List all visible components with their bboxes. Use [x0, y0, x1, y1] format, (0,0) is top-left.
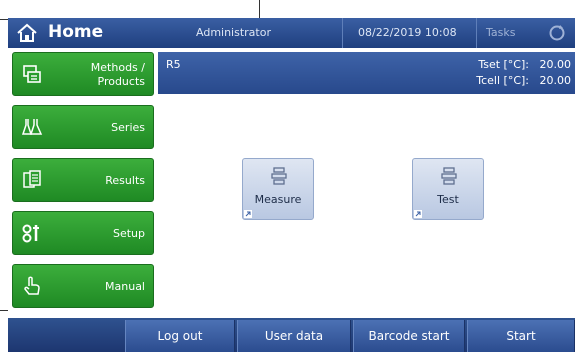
user-name: Administrator [196, 26, 271, 39]
tcell-label: Tcell [°C]: [476, 74, 529, 87]
sidebar-item-series[interactable]: Series [12, 105, 154, 149]
method-icon [271, 167, 287, 185]
refresh-icon[interactable] [548, 24, 566, 42]
measure-tile[interactable]: Measure [242, 158, 314, 220]
tcell-value: 20.00 [539, 74, 572, 87]
flasks-icon [21, 119, 43, 135]
sidebar-item-label: Results [105, 174, 145, 187]
barcode-start-button[interactable]: Barcode start [353, 320, 465, 352]
test-tile[interactable]: Test [412, 158, 484, 220]
divider [342, 18, 343, 48]
instrument-screen: Home Administrator 08/22/2019 10:08 Task… [8, 18, 575, 352]
results-icon [23, 170, 41, 188]
title-bar: Home Administrator 08/22/2019 10:08 Task… [8, 18, 575, 48]
home-icon[interactable] [16, 23, 38, 43]
sidebar-item-methods-products[interactable]: Methods / Products [12, 52, 154, 96]
label-line-2: Products [97, 75, 146, 88]
logout-button[interactable]: Log out [125, 320, 235, 352]
sidebar-item-setup[interactable]: Setup [12, 211, 154, 255]
label-line-1: Methods / [90, 61, 145, 74]
tasks-button[interactable]: Tasks [486, 26, 515, 39]
sidebar-item-results[interactable]: Results [12, 158, 154, 202]
screenshot-root: Home Administrator 08/22/2019 10:08 Task… [0, 0, 575, 352]
method-name: R5 [166, 58, 181, 71]
callout-line [0, 0, 260, 20]
sidebar-item-label: Manual [105, 280, 145, 293]
sidebar-item-label: Setup [112, 227, 145, 240]
tset-value: 20.00 [539, 58, 572, 71]
hand-pointer-icon [24, 276, 40, 295]
sidebar-item-label: Methods / Products [91, 61, 145, 89]
page-title: Home [48, 22, 104, 42]
start-button[interactable]: Start [467, 320, 575, 352]
tile-label: Measure [254, 193, 302, 206]
date-time: 08/22/2019 10:08 [358, 26, 457, 39]
tcell-row: Tcell [°C]: 20.00 [476, 74, 571, 87]
bottom-toolbar: Log out User data Barcode start Start [8, 318, 575, 352]
shortcut-icon [414, 210, 422, 218]
sidebar-item-manual[interactable]: Manual [12, 264, 154, 308]
methods-products-icon [23, 65, 41, 83]
divider [476, 18, 477, 48]
tset-row: Tset [°C]: 20.00 [478, 58, 571, 71]
user-data-button[interactable]: User data [237, 320, 351, 352]
shortcut-icon [244, 210, 252, 218]
tile-label: Test [437, 193, 459, 206]
method-icon [441, 167, 457, 185]
tset-label: Tset [°C]: [478, 58, 529, 71]
method-info-bar: R5 Tset [°C]: 20.00 Tcell [°C]: 20.00 [158, 52, 575, 94]
sidebar-item-label: Series [111, 121, 145, 134]
setup-icon [22, 224, 39, 243]
